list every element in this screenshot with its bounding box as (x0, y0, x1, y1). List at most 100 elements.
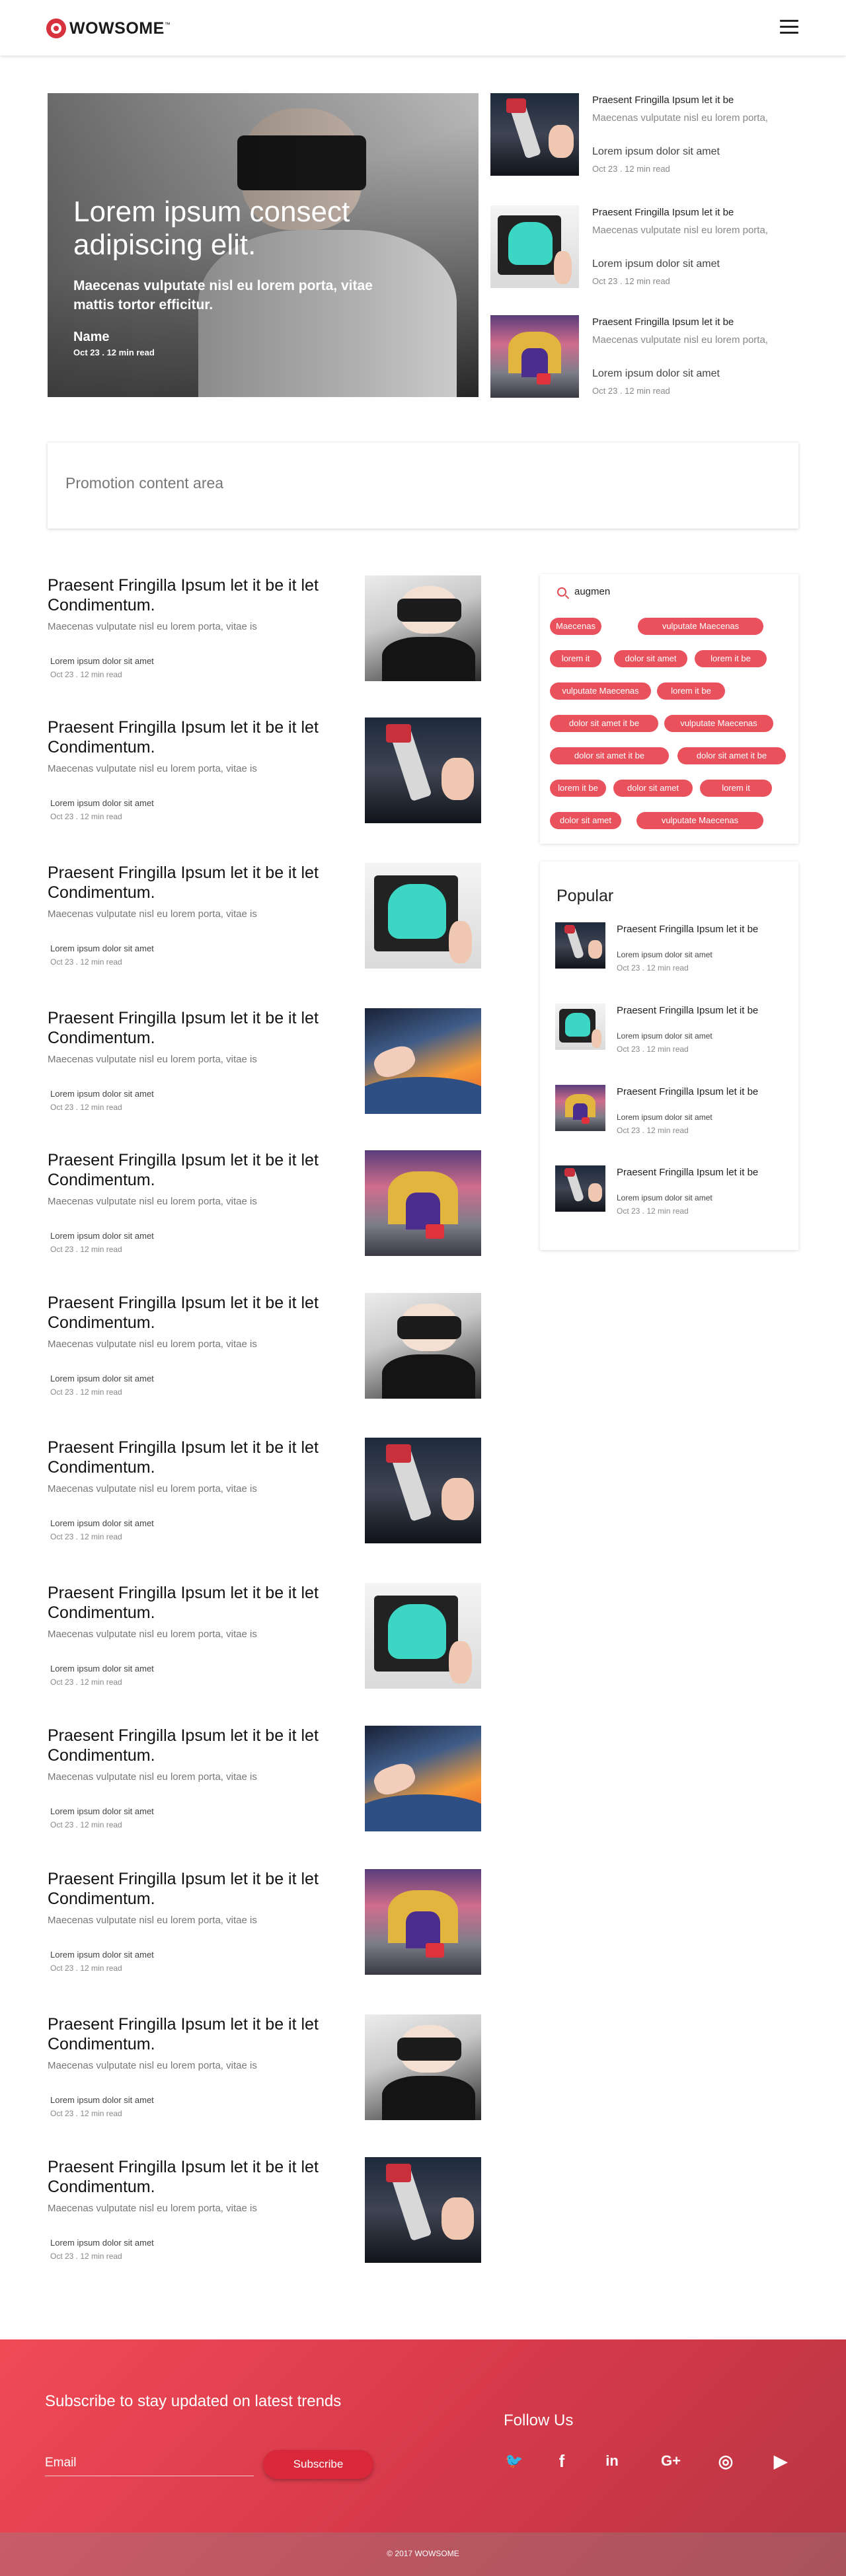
article-subtitle: Lorem ipsum dolor sit amet (50, 798, 154, 808)
article-image[interactable] (365, 575, 481, 681)
article-card[interactable]: Praesent Fringilla Ipsum let it be it le… (48, 718, 481, 827)
article-meta: Oct 23 . 12 min read (50, 957, 122, 967)
popular-item[interactable]: Praesent Fringilla Ipsum let it be Lorem… (555, 1165, 783, 1232)
popular-item-subtitle: Lorem ipsum dolor sit amet (617, 950, 712, 959)
article-title[interactable]: Praesent Fringilla Ipsum let it be it le… (48, 1293, 358, 1333)
article-image[interactable] (365, 2157, 481, 2263)
popular-item-image (555, 1085, 605, 1131)
article-card[interactable]: Praesent Fringilla Ipsum let it be it le… (48, 1869, 481, 1978)
article-image[interactable] (365, 718, 481, 823)
article-title[interactable]: Praesent Fringilla Ipsum let it be it le… (48, 2157, 358, 2197)
popular-panel: Popular Praesent Fringilla Ipsum let it … (540, 862, 798, 1250)
article-image[interactable] (365, 1150, 481, 1256)
footer-bar: © 2017 WOWSOME (0, 2532, 846, 2576)
article-meta: Oct 23 . 12 min read (50, 1387, 122, 1397)
instagram-icon[interactable]: ◎ (712, 2448, 739, 2474)
tag-chip[interactable]: vulputate Maecenas (664, 715, 773, 732)
tag-chip[interactable]: lorem it be (657, 682, 725, 700)
popular-item-meta: Oct 23 . 12 min read (617, 963, 689, 973)
article-card[interactable]: Praesent Fringilla Ipsum let it be it le… (48, 863, 481, 972)
twitter-icon[interactable]: 🐦 (501, 2448, 527, 2474)
article-image[interactable] (365, 1008, 481, 1114)
tag-chip[interactable]: dolor sit amet it be (677, 747, 786, 764)
tag-chip[interactable]: dolor sit amet (613, 780, 693, 797)
side-story[interactable]: Praesent Fringilla Ipsum let it be Maece… (490, 315, 801, 401)
popular-item[interactable]: Praesent Fringilla Ipsum let it be Lorem… (555, 1004, 783, 1070)
article-card[interactable]: Praesent Fringilla Ipsum let it be it le… (48, 2014, 481, 2123)
tag-chip[interactable]: lorem it be (695, 650, 767, 667)
article-description: Maecenas vulputate nisl eu lorem porta, … (48, 1771, 257, 1783)
article-image[interactable] (365, 1438, 481, 1543)
article-image[interactable] (365, 1869, 481, 1975)
article-title[interactable]: Praesent Fringilla Ipsum let it be it le… (48, 1869, 358, 1909)
article-title[interactable]: Praesent Fringilla Ipsum let it be it le… (48, 1008, 358, 1048)
facebook-icon[interactable]: f (549, 2448, 575, 2474)
popular-item-image (555, 1004, 605, 1050)
side-story[interactable]: Praesent Fringilla Ipsum let it be Maece… (490, 93, 801, 179)
tag-chip[interactable]: lorem it (700, 780, 772, 797)
popular-item[interactable]: Praesent Fringilla Ipsum let it be Lorem… (555, 922, 783, 988)
article-card[interactable]: Praesent Fringilla Ipsum let it be it le… (48, 1150, 481, 1259)
article-description: Maecenas vulputate nisl eu lorem porta, … (48, 908, 257, 920)
side-story-desc: Maecenas vulputate nisl eu lorem porta, (592, 112, 768, 124)
tag-chip[interactable]: vulputate Maecenas (550, 682, 651, 700)
article-image[interactable] (365, 1293, 481, 1399)
tag-chip[interactable]: lorem it (550, 650, 601, 667)
article-card[interactable]: Praesent Fringilla Ipsum let it be it le… (48, 575, 481, 684)
article-meta: Oct 23 . 12 min read (50, 1103, 122, 1112)
article-title[interactable]: Praesent Fringilla Ipsum let it be it le… (48, 1150, 358, 1190)
popular-item-subtitle: Lorem ipsum dolor sit amet (617, 1113, 712, 1122)
email-field[interactable]: Email (45, 2456, 77, 2470)
article-image[interactable] (365, 1726, 481, 1831)
google-plus-icon[interactable]: G+ (658, 2448, 684, 2474)
tag-chip[interactable]: dolor sit amet it be (550, 715, 658, 732)
logo[interactable]: WOWSOME ™ (46, 18, 171, 38)
article-description: Maecenas vulputate nisl eu lorem porta, … (48, 763, 257, 774)
subscribe-button[interactable]: Subscribe (263, 2450, 373, 2479)
tag-chip[interactable]: dolor sit amet (614, 650, 687, 667)
article-description: Maecenas vulputate nisl eu lorem porta, … (48, 621, 257, 632)
article-title[interactable]: Praesent Fringilla Ipsum let it be it le… (48, 1438, 358, 1477)
linkedin-icon[interactable]: in (599, 2448, 625, 2474)
article-title[interactable]: Praesent Fringilla Ipsum let it be it le… (48, 718, 358, 757)
search-icon (557, 587, 566, 597)
side-story-image (490, 315, 579, 398)
article-title[interactable]: Praesent Fringilla Ipsum let it be it le… (48, 575, 358, 615)
article-card[interactable]: Praesent Fringilla Ipsum let it be it le… (48, 1583, 481, 1692)
side-story-image (490, 93, 579, 176)
search-field[interactable]: augmen (557, 586, 610, 597)
article-description: Maecenas vulputate nisl eu lorem porta, … (48, 1054, 257, 1065)
article-card[interactable]: Praesent Fringilla Ipsum let it be it le… (48, 1293, 481, 1402)
tag-chip[interactable]: dolor sit amet it be (550, 747, 669, 764)
youtube-icon[interactable]: ▶ (767, 2448, 794, 2474)
tag-chip[interactable]: vulputate Maecenas (638, 618, 763, 635)
side-story-image (490, 205, 579, 288)
article-card[interactable]: Praesent Fringilla Ipsum let it be it le… (48, 2157, 481, 2266)
logo-trademark: ™ (164, 21, 171, 28)
tag-chip[interactable]: Maecenas (550, 618, 601, 635)
popular-heading: Popular (557, 887, 614, 905)
hamburger-menu-icon[interactable] (780, 20, 798, 34)
article-title[interactable]: Praesent Fringilla Ipsum let it be it le… (48, 2014, 358, 2054)
article-title[interactable]: Praesent Fringilla Ipsum let it be it le… (48, 1583, 358, 1623)
hero-story[interactable]: Lorem ipsum consect adipiscing elit. Mae… (48, 93, 479, 397)
tag-chip[interactable]: lorem it be (550, 780, 606, 797)
article-image[interactable] (365, 863, 481, 969)
article-subtitle: Lorem ipsum dolor sit amet (50, 1664, 154, 1674)
tag-chip[interactable]: dolor sit amet (550, 812, 621, 829)
tag-chip[interactable]: vulputate Maecenas (636, 812, 763, 829)
article-image[interactable] (365, 1583, 481, 1689)
article-card[interactable]: Praesent Fringilla Ipsum let it be it le… (48, 1438, 481, 1547)
hero-title: Lorem ipsum consect adipiscing elit. (73, 196, 350, 261)
popular-item[interactable]: Praesent Fringilla Ipsum let it be Lorem… (555, 1085, 783, 1151)
article-image[interactable] (365, 2014, 481, 2120)
article-title[interactable]: Praesent Fringilla Ipsum let it be it le… (48, 1726, 358, 1765)
side-story[interactable]: Praesent Fringilla Ipsum let it be Maece… (490, 205, 801, 291)
article-card[interactable]: Praesent Fringilla Ipsum let it be it le… (48, 1008, 481, 1117)
article-subtitle: Lorem ipsum dolor sit amet (50, 656, 154, 666)
article-title[interactable]: Praesent Fringilla Ipsum let it be it le… (48, 863, 358, 902)
article-card[interactable]: Praesent Fringilla Ipsum let it be it le… (48, 1726, 481, 1835)
hero-author: Name (73, 330, 110, 344)
promotion-area[interactable]: Promotion content area (48, 443, 798, 529)
search-input[interactable]: augmen (574, 586, 610, 597)
